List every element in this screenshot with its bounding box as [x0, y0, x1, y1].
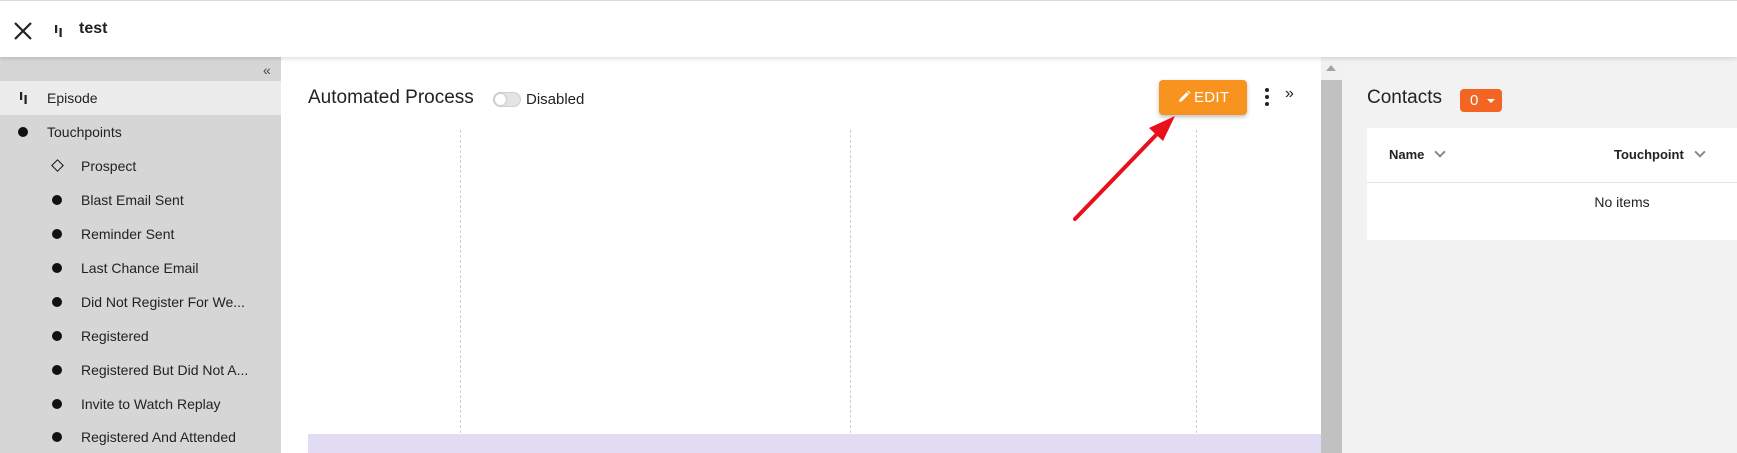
sidebar-item-invite-to-watch-replay[interactable]: Invite to Watch Replay	[0, 387, 281, 421]
toggle-knob	[495, 94, 506, 105]
sidebar-item-registered[interactable]: Registered	[0, 319, 281, 353]
column-header-label: Touchpoint	[1614, 147, 1684, 162]
column-header-touchpoint[interactable]: Touchpoint	[1614, 146, 1706, 162]
sidebar-item-label: Registered	[81, 328, 149, 344]
bullet-icon	[52, 297, 62, 307]
sidebar-item-episode[interactable]: Episode	[0, 81, 281, 115]
sidebar-item-registered-and-attended[interactable]: Registered And Attended	[0, 420, 281, 453]
bullet-icon	[52, 365, 62, 375]
sidebar-item-reminder-sent[interactable]: Reminder Sent	[0, 217, 281, 251]
sidebar-item-prospect[interactable]: Prospect	[0, 149, 281, 183]
bullet-icon	[52, 263, 62, 273]
more-options-icon[interactable]	[1262, 88, 1272, 108]
expand-panel-icon[interactable]: »	[1285, 85, 1294, 103]
edit-button[interactable]: EDIT	[1159, 80, 1247, 115]
bullet-icon	[52, 432, 62, 442]
bullet-icon	[52, 195, 62, 205]
sidebar-item-label: Reminder Sent	[81, 226, 175, 242]
top-bar: test	[0, 0, 1737, 57]
contacts-count-badge[interactable]: 0	[1460, 89, 1502, 112]
column-divider	[850, 130, 851, 453]
sort-chevron-icon	[1434, 146, 1447, 158]
contacts-count: 0	[1470, 92, 1479, 109]
sidebar: « Episode Touchpoints Prospect Blast Ema…	[0, 57, 281, 453]
sidebar-item-touchpoints[interactable]: Touchpoints	[0, 115, 281, 149]
toggle-label: Disabled	[526, 91, 585, 108]
sidebar-item-label: Did Not Register For We...	[81, 294, 245, 310]
collapse-sidebar-icon[interactable]: «	[263, 63, 277, 77]
sidebar-item-label: Last Chance Email	[81, 260, 199, 276]
pencil-icon	[1179, 90, 1191, 102]
page-title: test	[79, 20, 108, 37]
sidebar-item-label: Touchpoints	[47, 124, 122, 140]
automated-process-panel: Automated Process Disabled EDIT »	[281, 57, 1321, 453]
sidebar-item-label: Registered But Did Not A...	[81, 362, 249, 378]
vertical-scrollbar[interactable]	[1321, 57, 1342, 453]
chevron-down-icon	[1487, 99, 1495, 103]
episode-icon	[55, 25, 62, 37]
divider	[1367, 182, 1737, 183]
episode-icon	[20, 92, 27, 104]
contacts-table: Name Touchpoint No items	[1367, 128, 1737, 240]
process-canvas[interactable]	[308, 130, 1321, 453]
enable-toggle[interactable]	[493, 92, 521, 107]
sidebar-item-label: Registered And Attended	[81, 429, 236, 445]
bullet-icon	[18, 127, 28, 137]
empty-state-text: No items	[1594, 194, 1650, 210]
sort-chevron-icon	[1694, 146, 1706, 158]
sidebar-item-label: Prospect	[81, 158, 137, 174]
contacts-panel: Contacts 0 Name Touchpoint No items	[1342, 57, 1737, 453]
sidebar-item-blast-email-sent[interactable]: Blast Email Sent	[0, 183, 281, 217]
scroll-up-icon[interactable]	[1326, 65, 1336, 71]
process-lane	[308, 434, 1321, 453]
diamond-icon	[51, 159, 64, 172]
sidebar-item-registered-did-not-attend[interactable]: Registered But Did Not A...	[0, 353, 281, 387]
sidebar-item-label: Invite to Watch Replay	[81, 396, 221, 412]
column-header-name[interactable]: Name	[1389, 146, 1447, 162]
column-divider	[1196, 130, 1197, 453]
contacts-title: Contacts	[1367, 87, 1442, 108]
column-divider	[460, 130, 461, 453]
column-header-label: Name	[1389, 147, 1425, 162]
sidebar-item-last-chance-email[interactable]: Last Chance Email	[0, 251, 281, 285]
sidebar-item-label: Blast Email Sent	[81, 192, 184, 208]
sidebar-item-label: Episode	[47, 90, 98, 106]
panel-title: Automated Process	[308, 87, 474, 108]
sidebar-item-did-not-register[interactable]: Did Not Register For We...	[0, 285, 281, 319]
bullet-icon	[52, 399, 62, 409]
close-icon[interactable]	[12, 20, 34, 42]
bullet-icon	[52, 331, 62, 341]
bullet-icon	[52, 229, 62, 239]
edit-button-label: EDIT	[1194, 89, 1230, 106]
